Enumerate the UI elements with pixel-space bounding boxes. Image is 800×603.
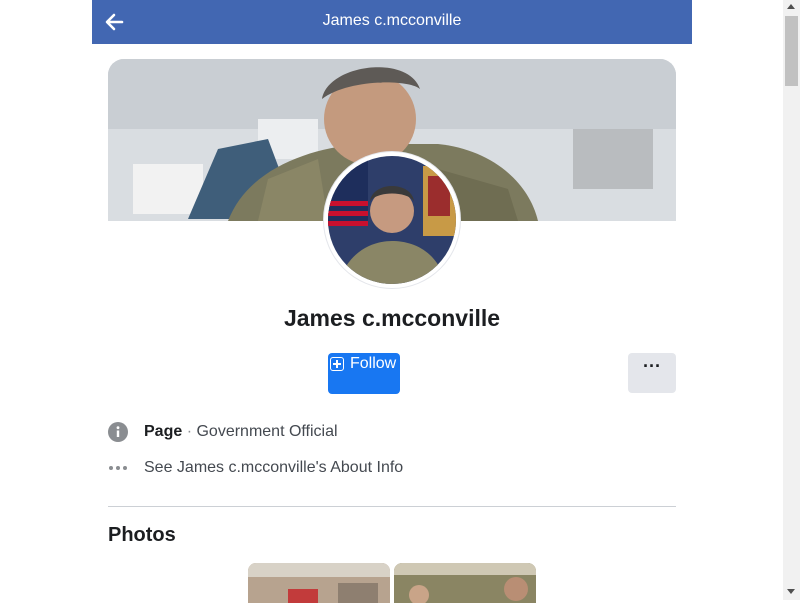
scroll-up-icon[interactable] xyxy=(787,4,795,9)
page-category-row: Page · Government Official xyxy=(108,421,676,445)
follow-button[interactable]: Follow xyxy=(328,353,400,394)
photos-heading: Photos xyxy=(108,524,176,546)
profile-name: James c.mcconville xyxy=(283,305,501,331)
scrollbar-thumb[interactable] xyxy=(785,16,798,86)
page-title: James c.mcconville xyxy=(322,12,462,29)
page-category: Government Official xyxy=(196,423,338,440)
scroll-down-icon[interactable] xyxy=(787,589,795,594)
about-info-row[interactable]: See James c.mcconville's About Info xyxy=(108,457,676,481)
about-info-link[interactable]: See James c.mcconville's About Info xyxy=(144,459,403,477)
profile-picture[interactable] xyxy=(324,152,460,288)
info-icon xyxy=(108,422,128,442)
photo-thumbnail[interactable] xyxy=(248,563,390,603)
photo-thumbnail[interactable] xyxy=(394,563,536,603)
divider xyxy=(108,506,676,507)
separator: · xyxy=(182,423,197,440)
profile-page: James c.mcconville James c.mcconville Fo… xyxy=(92,0,692,603)
top-bar: James c.mcconville xyxy=(92,0,692,44)
avatar xyxy=(328,156,456,284)
scrollbar[interactable] xyxy=(783,0,800,600)
more-dots-icon xyxy=(109,466,127,470)
page-type-label: Page xyxy=(144,423,183,440)
follow-label: Follow xyxy=(350,355,397,372)
more-options-button[interactable]: ··· xyxy=(628,353,676,393)
add-icon xyxy=(330,357,344,371)
